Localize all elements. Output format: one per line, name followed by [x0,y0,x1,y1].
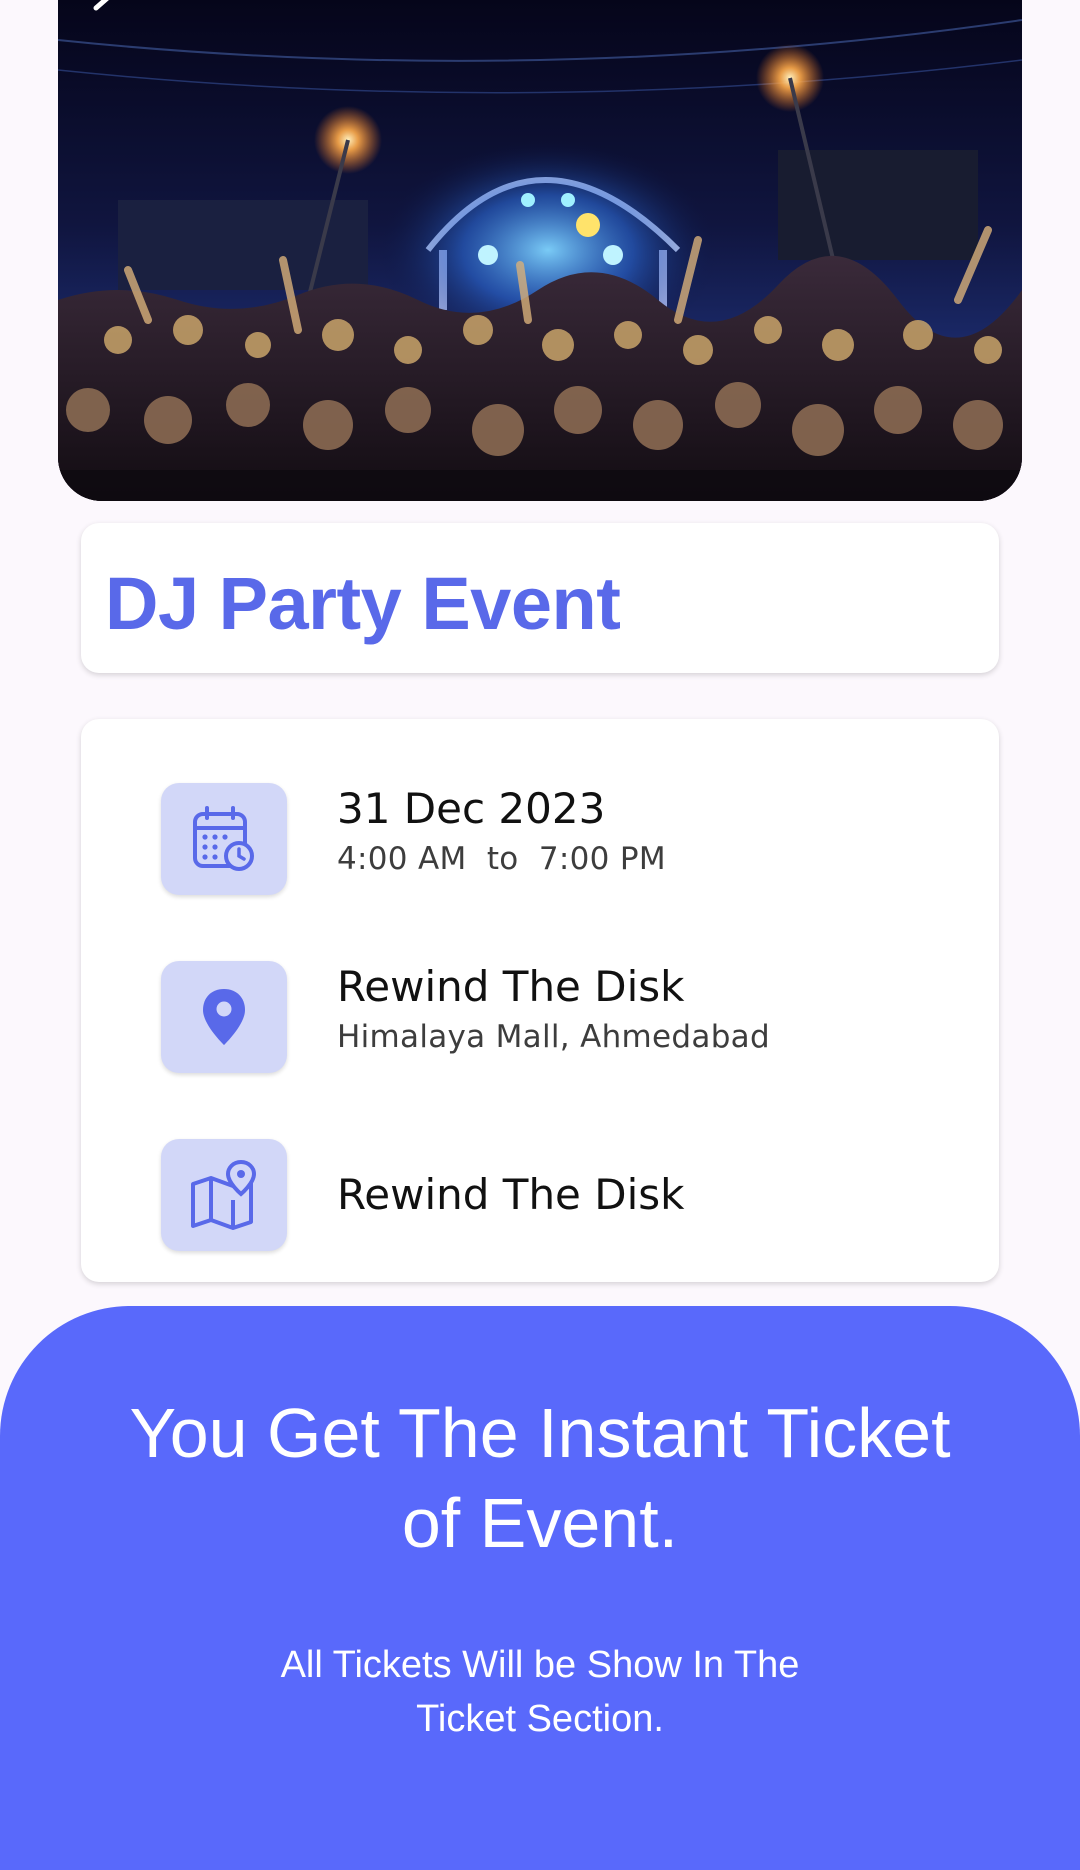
venue-icon-tile [161,961,287,1073]
date-icon-tile [161,783,287,895]
map-pin-icon [191,1160,257,1230]
date-time-row: 31 Dec 2023 4:00 AM to 7:00 PM [161,783,961,895]
ticket-headline: You Get The Instant Ticket of Event. [129,1394,951,1562]
venue-row: Rewind The Disk Himalaya Mall, Ahmedabad [161,961,961,1073]
map-venue-name[interactable]: Rewind The Disk [337,1169,957,1221]
event-hero-image [58,0,1022,501]
venue-address: Himalaya Mall, Ahmedabad [337,1019,770,1055]
event-details-card: 31 Dec 2023 4:00 AM to 7:00 PM Rewind Th… [81,719,999,1282]
event-title-card: DJ Party Event [81,523,999,673]
event-date: 31 Dec 2023 [337,784,606,833]
concert-photo [58,0,1022,501]
event-time: 4:00 AM to 7:00 PM [337,841,666,877]
ticket-info-panel: You Get The Instant Ticket of Event. All… [0,1306,1080,1870]
map-row[interactable]: Rewind The Disk [161,1139,961,1251]
map-icon-tile[interactable] [161,1139,287,1251]
calendar-clock-icon [193,806,254,871]
event-title: DJ Party Event [105,562,621,645]
location-pin-icon [203,989,245,1045]
back-arrow-icon[interactable] [84,0,124,26]
venue-name: Rewind The Disk [337,962,685,1011]
ticket-subline: All Tickets Will be Show In The Ticket S… [280,1644,800,1740]
